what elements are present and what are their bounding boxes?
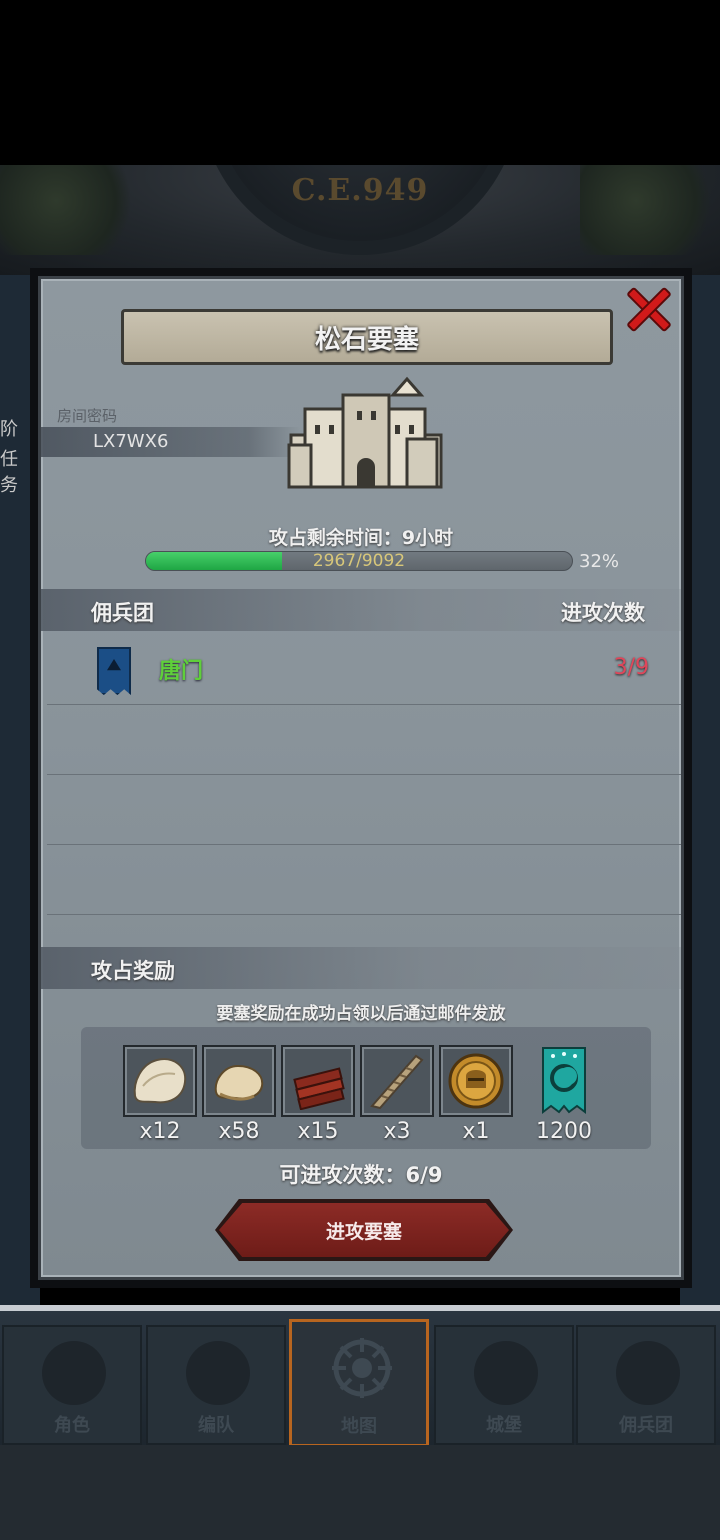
guild-attack-count: 3/9 <box>613 655 649 680</box>
wood-planks-icon <box>293 1067 345 1110</box>
castle-icon <box>474 1341 538 1405</box>
reward-tile <box>360 1045 434 1117</box>
empty-guild-row <box>47 845 681 915</box>
reward-qty: x15 <box>297 1119 339 1144</box>
banner-icon <box>616 1341 680 1405</box>
reward-qty: x3 <box>383 1119 411 1144</box>
tab-castle[interactable]: 城堡 <box>434 1325 574 1445</box>
fortress-title: 松石要塞 <box>314 324 419 355</box>
reward-section-title: 攻占奖励 <box>91 959 175 983</box>
tab-character[interactable]: 角色 <box>2 1325 142 1445</box>
tab-mercenary[interactable]: 佣兵团 <box>576 1325 716 1445</box>
title-scroll: 松石要塞 <box>121 309 613 365</box>
reward-item[interactable]: x3 <box>360 1045 434 1144</box>
horn-icon <box>370 1054 424 1110</box>
fortress-castle-icon <box>287 376 443 489</box>
wool-pelt-icon <box>214 1064 264 1101</box>
capture-progress-bar: 2967/9092 <box>145 551 573 571</box>
knight-icon <box>42 1341 106 1405</box>
year-label: C.E.949 <box>291 173 429 208</box>
tab-formation[interactable]: 编队 <box>146 1325 286 1445</box>
status-bar-area <box>0 0 720 165</box>
reward-tile <box>281 1045 355 1117</box>
reward-item[interactable]: x1 <box>439 1045 513 1144</box>
bottom-navigation: 角色 编队 地图 城堡 佣兵团 <box>0 1305 720 1447</box>
tab-label: 佣兵团 <box>619 1415 673 1436</box>
reward-mail-note: 要塞奖励在成功占领以后通过邮件发放 <box>216 1004 506 1024</box>
reward-list: x12 x58 x15 x3 x1 1200 <box>81 1027 651 1149</box>
fortress-dialog: 松石要塞 房间密码 LX7WX6 攻占剩余时间：9小时 2967/9092 32… <box>30 268 692 1288</box>
tab-label: 地图 <box>341 1416 377 1437</box>
reward-qty: x12 <box>139 1119 181 1144</box>
mercenary-section-title: 佣兵团 <box>91 601 154 625</box>
knight-helmet-medal-icon <box>448 1053 504 1109</box>
compass-icon <box>332 1338 392 1398</box>
capture-time-remaining: 攻占剩余时间：9小时 <box>268 527 454 549</box>
reward-item[interactable]: 1200 <box>527 1045 601 1144</box>
guild-name: 唐门 <box>159 659 204 684</box>
teal-banner-icon <box>542 1047 586 1114</box>
game-header-scene: C.E.949 <box>0 165 720 275</box>
reward-tile <box>527 1045 601 1117</box>
attack-fortress-label: 进攻要塞 <box>325 1220 402 1243</box>
reward-item[interactable]: x15 <box>281 1045 355 1144</box>
tab-label: 角色 <box>54 1415 90 1436</box>
tab-label: 城堡 <box>486 1415 522 1436</box>
attacks-column-header: 进攻次数 <box>561 601 645 625</box>
banner-ship-emblem <box>107 659 121 671</box>
helmet-icon <box>186 1341 250 1405</box>
empty-guild-row <box>47 705 681 775</box>
bottom-safe-area <box>0 1445 720 1540</box>
attack-fortress-button[interactable]: 进攻要塞 <box>219 1203 509 1257</box>
capture-progress-percent: 32% <box>579 551 620 572</box>
reward-tile <box>439 1045 513 1117</box>
side-tag-1: 阶 <box>0 419 18 440</box>
room-password-value: LX7WX6 <box>41 427 301 457</box>
side-tag-2: 任务 <box>0 449 18 496</box>
tab-label: 编队 <box>198 1415 234 1436</box>
guild-row[interactable]: 唐门 3/9 <box>47 635 681 705</box>
guild-banner-icon <box>97 647 131 695</box>
fur-pelt-icon <box>133 1058 187 1104</box>
tab-map[interactable]: 地图 <box>289 1319 429 1447</box>
reward-item[interactable]: x12 <box>123 1045 197 1144</box>
capture-progress-value: 2967/9092 <box>312 551 406 571</box>
reward-tile <box>202 1045 276 1117</box>
reward-item[interactable]: x58 <box>202 1045 276 1144</box>
empty-guild-row <box>47 775 681 845</box>
reward-qty: x58 <box>218 1119 260 1144</box>
room-password-label: 房间密码 <box>57 407 118 425</box>
reward-tile <box>123 1045 197 1117</box>
fortress-dialog-body: 松石要塞 房间密码 LX7WX6 攻占剩余时间：9小时 2967/9092 32… <box>38 276 684 1280</box>
reward-qty: x1 <box>462 1119 490 1144</box>
close-button[interactable] <box>621 281 677 337</box>
reward-qty: 1200 <box>536 1119 592 1144</box>
available-attacks: 可进攻次数：6/9 <box>279 1163 443 1187</box>
mercenary-section-header: 佣兵团 进攻次数 <box>41 589 681 631</box>
reward-section-header: 攻占奖励 <box>41 947 681 989</box>
